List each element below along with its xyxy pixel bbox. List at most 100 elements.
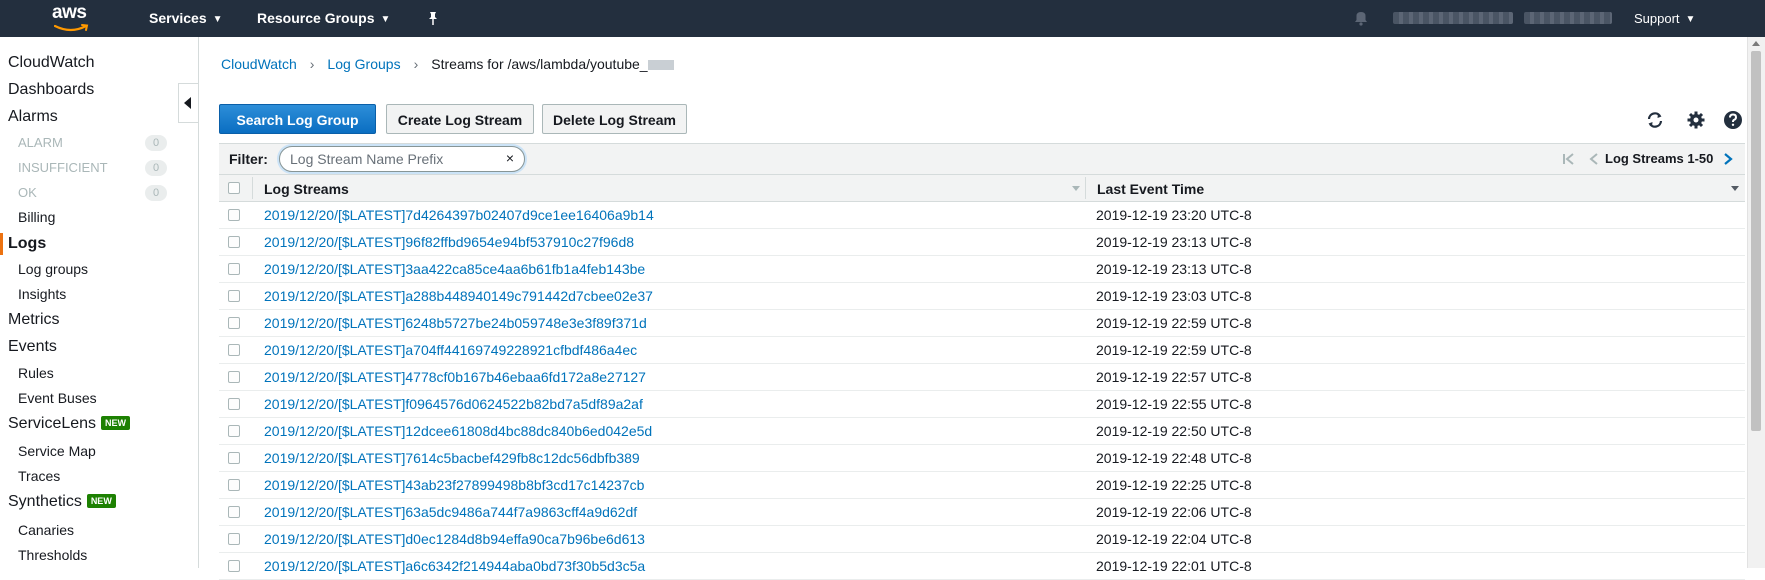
create-log-stream-button[interactable]: Create Log Stream [386,104,534,134]
sidebar-item-servicelens[interactable]: ServiceLens NEW [8,415,131,433]
sidebar-item-cloudwatch[interactable]: CloudWatch [8,54,95,72]
breadcrumb-cloudwatch[interactable]: CloudWatch [221,56,297,72]
log-stream-link[interactable]: 2019/12/20/[$LATEST]d0ec1284d8b94effa90c… [264,531,645,547]
table-row[interactable]: 2019/12/20/[$LATEST]d0ec1284d8b94effa90c… [219,526,1745,553]
clear-filter-icon[interactable]: × [506,150,514,166]
scroll-up-icon[interactable] [1752,41,1760,46]
support-menu[interactable]: Support ▼ [1634,0,1695,38]
new-badge: NEW [101,416,131,430]
log-stream-prefix-input[interactable] [290,150,490,168]
sidebar-item-thresholds[interactable]: Thresholds [18,547,87,563]
sidebar-item-alarm[interactable]: ALARM [18,135,63,150]
row-checkbox[interactable] [228,263,240,275]
sidebar-item-alarms[interactable]: Alarms [8,108,58,126]
table-row[interactable]: 2019/12/20/[$LATEST]4778cf0b167b46ebaa6f… [219,364,1745,391]
aws-logo[interactable]: aws [52,0,94,37]
services-menu[interactable]: Services ▼ [149,0,223,37]
row-checkbox[interactable] [228,317,240,329]
select-all-checkbox[interactable] [228,182,240,194]
log-stream-link[interactable]: 2019/12/20/[$LATEST]a704ff44169749228921… [264,342,637,358]
table-row[interactable]: 2019/12/20/[$LATEST]a704ff44169749228921… [219,337,1745,364]
column-header-log-streams[interactable]: Log Streams [264,181,349,197]
region-redacted[interactable] [1524,12,1612,24]
row-checkbox[interactable] [228,506,240,518]
aws-logo-text: aws [52,2,87,23]
log-stream-link[interactable]: 2019/12/20/[$LATEST]4778cf0b167b46ebaa6f… [264,369,646,385]
log-stream-link[interactable]: 2019/12/20/[$LATEST]96f82ffbd9654e94bf53… [264,234,634,250]
sidebar-item-service-map[interactable]: Service Map [18,443,96,459]
row-checkbox[interactable] [228,452,240,464]
search-log-group-button[interactable]: Search Log Group [219,104,376,134]
sidebar-item-insufficient[interactable]: INSUFFICIENT [18,160,108,175]
row-checkbox[interactable] [228,533,240,545]
log-stream-link[interactable]: 2019/12/20/[$LATEST]a288b448940149c79144… [264,288,653,304]
column-header-last-event-time[interactable]: Last Event Time [1097,181,1204,197]
first-page-icon[interactable] [1562,152,1576,166]
resource-groups-menu[interactable]: Resource Groups ▼ [257,0,390,37]
help-icon[interactable] [1723,110,1743,130]
last-event-time: 2019-12-19 23:03 UTC-8 [1096,288,1252,304]
last-event-time: 2019-12-19 23:20 UTC-8 [1096,207,1252,223]
row-checkbox[interactable] [228,398,240,410]
previous-page-icon[interactable] [1587,152,1601,166]
log-stream-link[interactable]: 2019/12/20/[$LATEST]43ab23f27899498b8bf3… [264,477,644,493]
table-row[interactable]: 2019/12/20/[$LATEST]12dcee61808d4bc88dc8… [219,418,1745,445]
bell-icon[interactable] [1352,9,1370,27]
sidebar-item-traces[interactable]: Traces [18,468,60,484]
table-row[interactable]: 2019/12/20/[$LATEST]a6c6342f214944aba0bd… [219,553,1745,580]
log-stream-link[interactable]: 2019/12/20/[$LATEST]6248b5727be24b059748… [264,315,647,331]
last-event-time: 2019-12-19 23:13 UTC-8 [1096,234,1252,250]
table-row[interactable]: 2019/12/20/[$LATEST]a288b448940149c79144… [219,283,1745,310]
sidebar-item-insights[interactable]: Insights [18,286,66,302]
delete-log-stream-button[interactable]: Delete Log Stream [542,104,687,134]
row-checkbox[interactable] [228,344,240,356]
scrollbar-thumb[interactable] [1751,51,1761,431]
sidebar-item-log-groups[interactable]: Log groups [18,261,88,277]
sort-caret-icon[interactable] [1731,186,1739,191]
sidebar-item-event-buses[interactable]: Event Buses [18,390,97,406]
row-checkbox[interactable] [228,290,240,302]
row-checkbox[interactable] [228,209,240,221]
next-page-icon[interactable] [1721,152,1735,166]
sidebar-item-logs[interactable]: Logs [8,235,46,253]
row-checkbox[interactable] [228,425,240,437]
collapse-sidebar-button[interactable] [178,83,198,123]
breadcrumb-log-groups[interactable]: Log Groups [327,56,400,72]
row-checkbox[interactable] [228,236,240,248]
sidebar-item-events[interactable]: Events [8,338,57,356]
sidebar-item-dashboards[interactable]: Dashboards [8,81,94,99]
sidebar-item-canaries[interactable]: Canaries [18,522,74,538]
sidebar-item-ok[interactable]: OK [18,185,37,200]
chevron-right-icon: › [413,56,419,72]
log-stream-link[interactable]: 2019/12/20/[$LATEST]7614c5bacbef429fb8c1… [264,450,640,466]
row-checkbox[interactable] [228,371,240,383]
top-navigation-bar: aws Services ▼ Resource Groups ▼ Support ▼ [0,0,1765,37]
sidebar-item-synthetics[interactable]: Synthetics NEW [8,493,116,511]
log-stream-link[interactable]: 2019/12/20/[$LATEST]a6c6342f214944aba0bd… [264,558,645,574]
table-row[interactable]: 2019/12/20/[$LATEST]63a5dc9486a744f7a986… [219,499,1745,526]
sidebar-item-rules[interactable]: Rules [18,365,54,381]
log-stream-link[interactable]: 2019/12/20/[$LATEST]12dcee61808d4bc88dc8… [264,423,652,439]
table-row[interactable]: 2019/12/20/[$LATEST]7614c5bacbef429fb8c1… [219,445,1745,472]
log-stream-link[interactable]: 2019/12/20/[$LATEST]f0964576d0624522b82b… [264,396,643,412]
table-row[interactable]: 2019/12/20/[$LATEST]f0964576d0624522b82b… [219,391,1745,418]
page-scrollbar[interactable] [1747,37,1765,568]
row-checkbox[interactable] [228,560,240,572]
table-row[interactable]: 2019/12/20/[$LATEST]43ab23f27899498b8bf3… [219,472,1745,499]
pin-icon[interactable] [425,10,441,26]
new-badge: NEW [86,494,116,508]
log-stream-link[interactable]: 2019/12/20/[$LATEST]7d4264397b02407d9ce1… [264,207,654,223]
sort-caret-icon[interactable] [1072,186,1080,191]
table-row[interactable]: 2019/12/20/[$LATEST]3aa422ca85ce4aa6b61f… [219,256,1745,283]
account-name-redacted[interactable] [1393,12,1513,24]
refresh-icon[interactable] [1645,110,1665,130]
table-row[interactable]: 2019/12/20/[$LATEST]7d4264397b02407d9ce1… [219,202,1745,229]
log-stream-link[interactable]: 2019/12/20/[$LATEST]3aa422ca85ce4aa6b61f… [264,261,645,277]
log-stream-link[interactable]: 2019/12/20/[$LATEST]63a5dc9486a744f7a986… [264,504,637,520]
table-row[interactable]: 2019/12/20/[$LATEST]96f82ffbd9654e94bf53… [219,229,1745,256]
sidebar-item-metrics[interactable]: Metrics [8,311,60,329]
table-row[interactable]: 2019/12/20/[$LATEST]6248b5727be24b059748… [219,310,1745,337]
sidebar-item-billing[interactable]: Billing [18,209,55,225]
gear-icon[interactable] [1686,110,1706,130]
row-checkbox[interactable] [228,479,240,491]
